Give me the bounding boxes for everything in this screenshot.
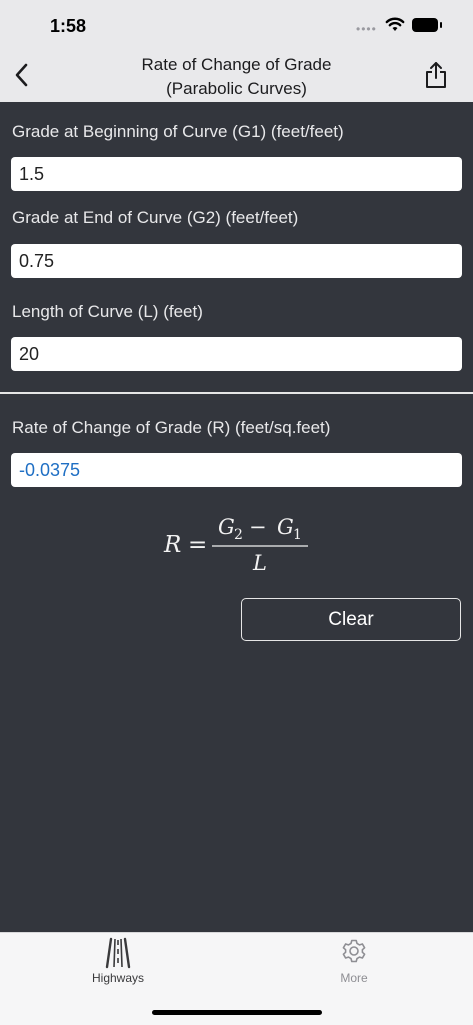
status-time: 1:58	[50, 16, 87, 36]
g1-label: Grade at Beginning of Curve (G1) (feet/f…	[12, 122, 344, 141]
tab-highways-label: Highways	[91, 971, 145, 985]
formula-denominator: L	[252, 551, 267, 575]
home-indicator	[152, 1010, 322, 1015]
navigation-bar: Rate of Change of Grade (Parabolic Curve…	[0, 46, 473, 102]
result-label: Rate of Change of Grade (R) (feet/sq.fee…	[12, 418, 331, 437]
share-icon[interactable]	[424, 60, 448, 90]
wifi-icon	[385, 17, 405, 31]
formula-g2: G	[218, 515, 235, 539]
tab-bar: Highways More	[0, 932, 473, 1025]
status-bar: 1:58 ••••	[0, 0, 473, 46]
chevron-left-icon[interactable]	[10, 60, 34, 90]
gear-icon	[342, 939, 366, 963]
g1-input[interactable]: 1.5	[11, 157, 462, 191]
formula-equals: =	[188, 532, 207, 558]
result-output: -0.0375	[11, 453, 462, 487]
formula-g1-sub: 1	[293, 527, 302, 543]
length-label: Length of Curve (L) (feet)	[12, 302, 203, 321]
road-icon	[105, 937, 131, 969]
section-divider	[0, 392, 473, 394]
tab-highways[interactable]: Highways	[58, 933, 178, 993]
page-subtitle: (Parabolic Curves)	[166, 79, 307, 98]
page-title: Rate of Change of Grade	[141, 55, 332, 74]
length-input[interactable]: 20	[11, 337, 462, 371]
formula-lhs: R	[163, 532, 181, 558]
battery-icon	[412, 18, 442, 32]
formula-g2-sub: 2	[234, 527, 243, 543]
signal-dots-icon: ••••	[356, 22, 377, 36]
g2-input[interactable]: 0.75	[11, 244, 462, 278]
formula-minus: −	[249, 515, 267, 539]
clear-button[interactable]: Clear	[241, 598, 461, 641]
formula-g1: G	[277, 515, 294, 539]
tab-more[interactable]: More	[294, 933, 414, 993]
formula: R = G 2 − G 1 L	[163, 515, 308, 575]
tab-more-label: More	[340, 971, 368, 985]
g2-label: Grade at End of Curve (G2) (feet/feet)	[12, 208, 299, 227]
